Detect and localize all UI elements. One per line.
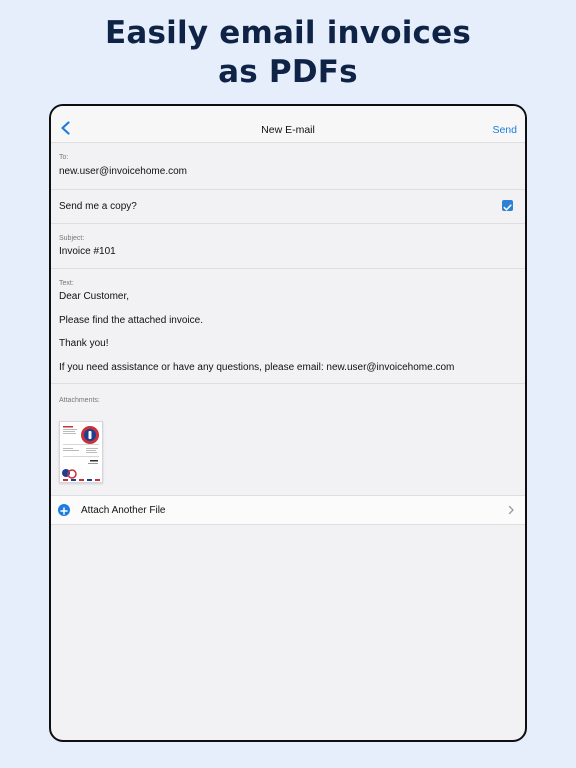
attach-another-file-button[interactable]: Attach Another File	[51, 495, 525, 525]
to-label: To:	[59, 154, 69, 161]
attachments-section: Attachments:	[51, 384, 525, 494]
message-line[interactable]: Thank you!	[59, 338, 108, 349]
subject-value[interactable]: Invoice #101	[59, 246, 116, 257]
send-button[interactable]: Send	[492, 124, 517, 136]
invoice-pdf-thumbnail[interactable]	[59, 421, 103, 483]
invoice-preview-icon	[62, 426, 100, 481]
message-line[interactable]: Dear Customer,	[59, 291, 129, 302]
message-body-field[interactable]: Text: Dear Customer, Please find the att…	[51, 269, 525, 384]
headline: Easily email invoices as PDFs	[0, 14, 576, 92]
attach-another-file-label: Attach Another File	[81, 505, 166, 516]
send-copy-row[interactable]: Send me a copy?	[51, 190, 525, 224]
headline-line-1: Easily email invoices	[105, 15, 471, 51]
attachments-label: Attachments:	[59, 397, 100, 404]
chevron-right-icon	[508, 505, 514, 515]
plus-circle-icon	[58, 504, 70, 516]
message-line[interactable]: Please find the attached invoice.	[59, 315, 203, 326]
to-field[interactable]: To: new.user@invoicehome.com	[51, 143, 525, 190]
message-line[interactable]: If you need assistance or have any quest…	[59, 362, 454, 373]
page-title: New E-mail	[261, 124, 315, 136]
send-copy-checkbox[interactable]	[502, 200, 513, 211]
tablet-frame: New E-mail Send To: new.user@invoicehome…	[49, 104, 527, 742]
checkmark-icon	[503, 204, 512, 211]
to-value[interactable]: new.user@invoicehome.com	[59, 166, 187, 177]
subject-label: Subject:	[59, 235, 85, 242]
text-label: Text:	[59, 280, 74, 287]
send-copy-label: Send me a copy?	[59, 201, 137, 212]
subject-field[interactable]: Subject: Invoice #101	[51, 224, 525, 269]
headline-line-2: as PDFs	[218, 54, 358, 90]
navigation-bar: New E-mail Send	[51, 106, 525, 143]
